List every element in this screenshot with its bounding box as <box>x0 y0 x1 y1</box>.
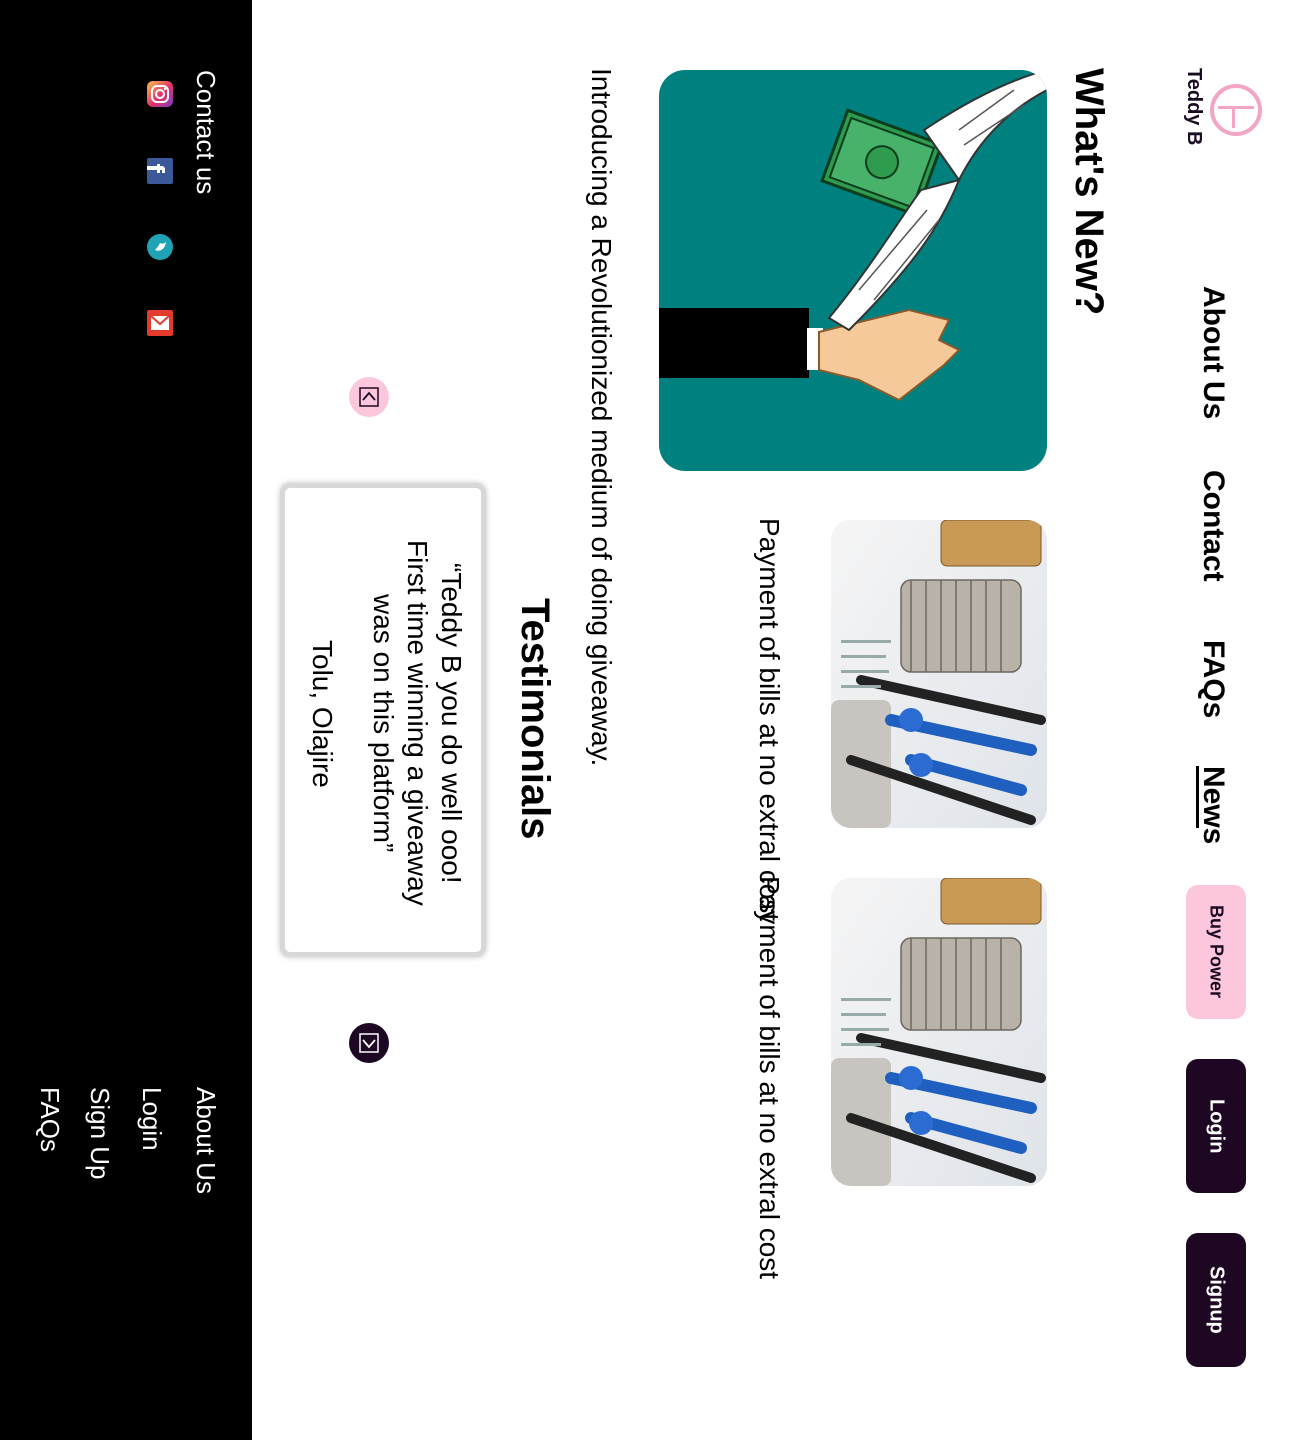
instagram-icon[interactable] <box>147 81 173 107</box>
brand-logo-icon[interactable] <box>1210 84 1262 136</box>
facebook-icon[interactable] <box>147 158 173 184</box>
testimonial-quote-line: was on this platform” <box>368 593 399 853</box>
testimonial-quote-line: First time winning a giveaway <box>402 540 433 906</box>
nav-contact[interactable]: Contact <box>1196 470 1230 582</box>
testimonials-heading: Testimonials <box>513 598 557 840</box>
news-card-image[interactable] <box>831 878 1047 1186</box>
previous-testimonial-button[interactable] <box>349 377 389 417</box>
nav-active-indicator <box>1196 766 1199 828</box>
whats-new-heading: What's New? <box>1067 68 1111 316</box>
signup-label: Signup <box>1205 1266 1228 1334</box>
news-card-image[interactable] <box>831 520 1047 828</box>
footer-link-faqs[interactable]: FAQs <box>34 1087 65 1152</box>
footer-link-sign-up[interactable]: Sign Up <box>84 1087 115 1180</box>
gmail-icon[interactable] <box>147 310 173 336</box>
coins-and-pens-photo <box>831 520 1047 828</box>
hero-image <box>659 70 1047 471</box>
twitter-icon[interactable] <box>147 234 173 260</box>
login-button[interactable]: Login <box>1186 1059 1246 1193</box>
nav-faqs[interactable]: FAQs <box>1196 640 1230 718</box>
brand-name[interactable]: Teddy B <box>1182 68 1205 145</box>
footer-link-login[interactable]: Login <box>136 1087 167 1151</box>
footer-link-about-us[interactable]: About Us <box>190 1087 221 1194</box>
next-testimonial-button[interactable] <box>349 1023 389 1063</box>
footer <box>0 0 252 1440</box>
testimonial-author: Tolu, Olajire <box>307 640 338 788</box>
contact-us-heading: Contact us <box>191 70 221 195</box>
chevron-up-icon <box>359 387 379 407</box>
news-card-caption: Payment of bills at no extral cost <box>754 876 785 1280</box>
chevron-down-icon <box>359 1033 379 1053</box>
testimonial-quote: “Teddy B you do well ooo! First time win… <box>366 540 468 906</box>
intro-text: Introducing a Revolutionized medium of d… <box>586 68 617 767</box>
login-label: Login <box>1205 1098 1228 1154</box>
buy-power-button[interactable]: Buy Power <box>1186 885 1246 1019</box>
coins-and-pens-photo <box>831 878 1047 1186</box>
news-card-caption: Payment of bills at no extral cost <box>754 518 785 922</box>
buy-power-label: Buy Power <box>1206 905 1227 999</box>
nav-about-us[interactable]: About Us <box>1196 286 1230 419</box>
testimonial-quote-line: “Teddy B you do well ooo! <box>436 562 467 884</box>
flying-money-illustration <box>659 70 1047 402</box>
nav-news[interactable]: News <box>1196 766 1230 844</box>
signup-button[interactable]: Signup <box>1186 1233 1246 1367</box>
